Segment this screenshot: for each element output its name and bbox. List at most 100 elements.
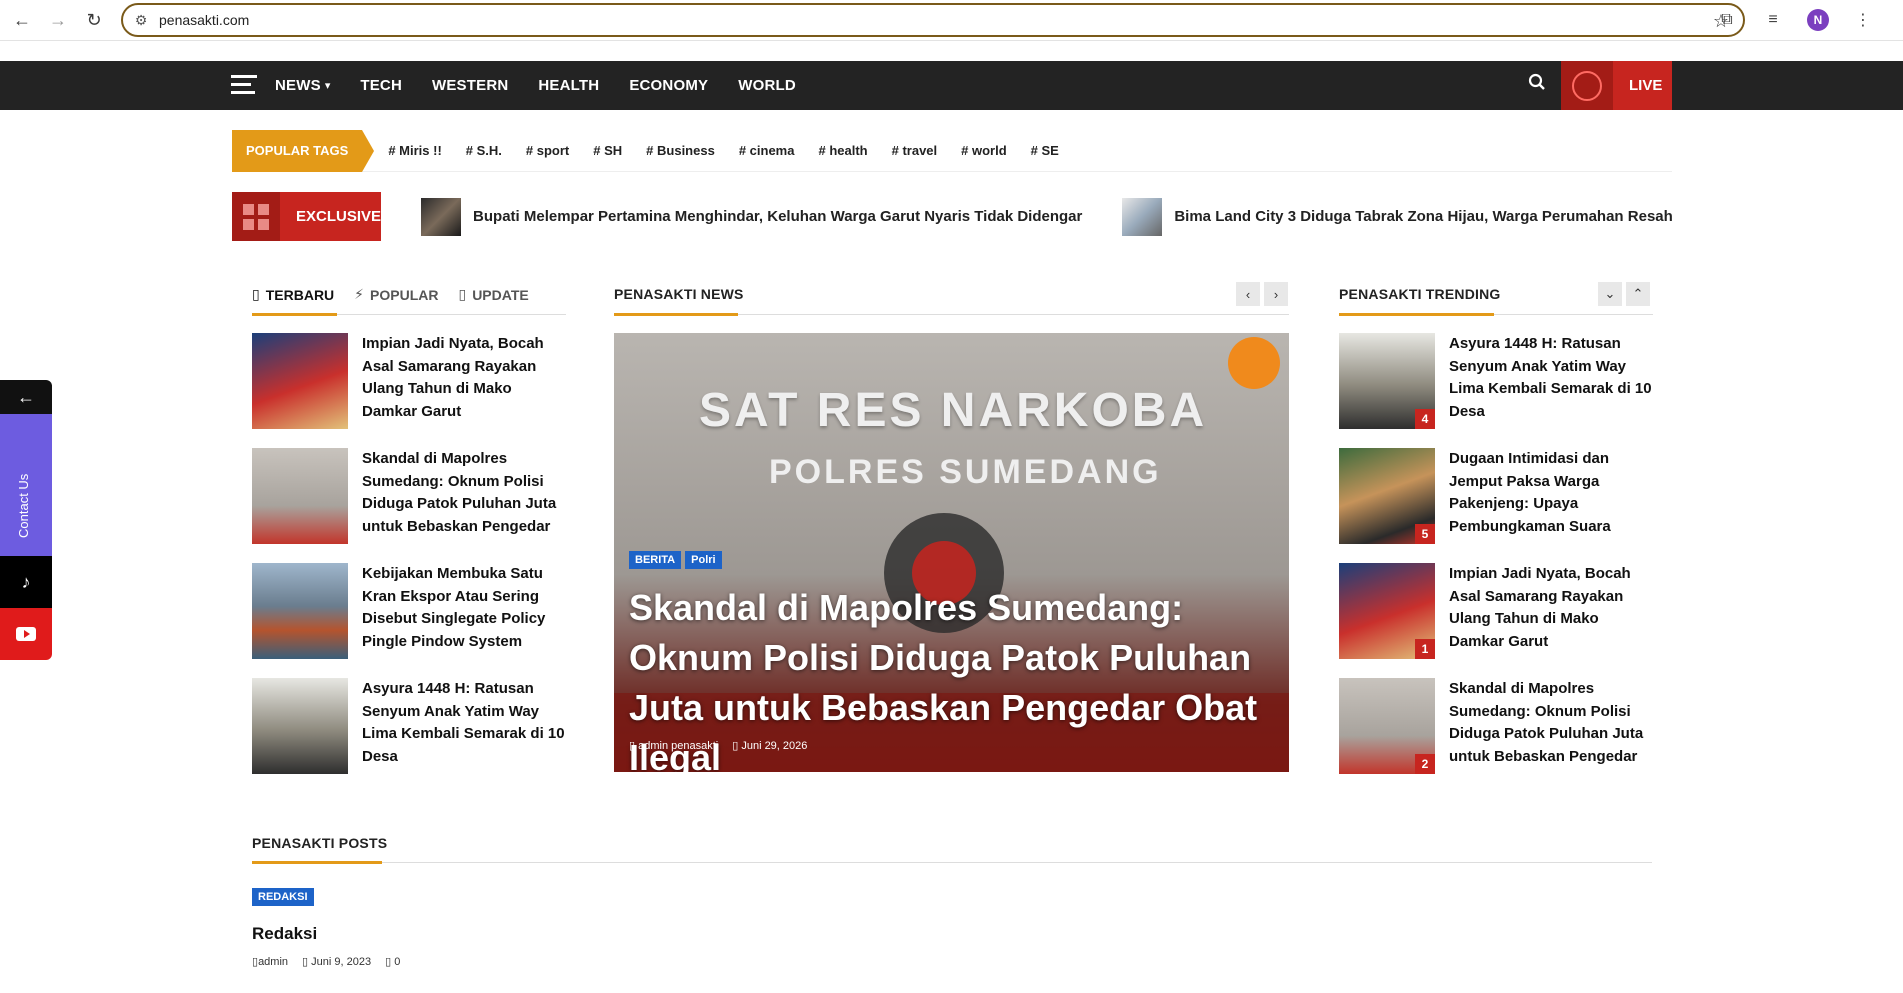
menu-dots-icon[interactable]: ⋮ xyxy=(1851,8,1875,32)
section-title: PENASAKTI POSTS xyxy=(252,835,388,851)
hero-sign-line-1: SAT RES NARKOBA xyxy=(699,384,1208,437)
address-bar[interactable]: ⚙ penasakti.com ☆ xyxy=(121,3,1745,37)
collapse-arrow-icon[interactable]: ← xyxy=(0,380,52,414)
live-label: LIVE xyxy=(1629,77,1663,94)
contact-us-button[interactable]: Contact Us xyxy=(0,414,52,556)
post-date: ▯ Juni 9, 2023 xyxy=(302,956,372,968)
youtube-icon[interactable] xyxy=(0,608,52,660)
category-badge[interactable]: REDAKSI xyxy=(252,888,314,906)
exclusive-ticker: EXCLUSIVE Bupati Melempar Pertamina Meng… xyxy=(232,192,1672,241)
post-thumbnail[interactable]: 5 xyxy=(1339,448,1435,544)
ticker-item[interactable]: Bupati Melempar Pertamina Menghindar, Ke… xyxy=(421,197,1082,236)
tag-link[interactable]: # travel xyxy=(892,143,938,158)
section-title: PENASAKTI TRENDING xyxy=(1339,286,1501,302)
tag-link[interactable]: # S.H. xyxy=(466,143,502,158)
ticker-headline[interactable]: Bupati Melempar Pertamina Menghindar, Ke… xyxy=(473,208,1082,225)
tag-link[interactable]: # SE xyxy=(1031,143,1059,158)
list-item[interactable]: 4 Asyura 1448 H: Ratusan Senyum Anak Yat… xyxy=(1339,333,1657,429)
browser-toolbar: ← → ↻ ⚙ penasakti.com ☆ ⧉ ≡ N ⋮ xyxy=(0,0,1903,40)
trending-panel: PENASAKTI TRENDING ⌄ ⌃ 4 Asyura 1448 H: … xyxy=(1318,262,1672,792)
nav-item-world[interactable]: WORLD xyxy=(738,77,796,94)
live-button[interactable]: LIVE xyxy=(1561,61,1672,110)
nav-item-tech[interactable]: TECH xyxy=(360,77,402,94)
post-author[interactable]: ▯admin xyxy=(252,955,288,968)
list-item[interactable]: Impian Jadi Nyata, Bocah Asal Samarang R… xyxy=(252,333,570,429)
post-thumbnail[interactable] xyxy=(252,333,348,429)
comment-count[interactable]: ▯ 0 xyxy=(385,955,400,968)
scroll-up-button[interactable]: ⌃ xyxy=(1626,282,1650,306)
url-text[interactable]: penasakti.com xyxy=(159,12,249,28)
rank-badge: 5 xyxy=(1415,524,1435,544)
post-title[interactable]: Impian Jadi Nyata, Bocah Asal Samarang R… xyxy=(362,333,570,429)
section-title: PENASAKTI NEWS xyxy=(614,286,744,302)
list-item[interactable]: Asyura 1448 H: Ratusan Senyum Anak Yatim… xyxy=(252,678,570,774)
post-title[interactable]: Impian Jadi Nyata, Bocah Asal Samarang R… xyxy=(1449,563,1657,659)
back-icon[interactable]: ← xyxy=(4,4,40,36)
post-title[interactable]: Skandal di Mapolres Sumedang: Oknum Poli… xyxy=(1449,678,1657,774)
nav-item-western[interactable]: WESTERN xyxy=(432,77,508,94)
tag-link[interactable]: # cinema xyxy=(739,143,795,158)
list-item[interactable]: 2 Skandal di Mapolres Sumedang: Oknum Po… xyxy=(1339,678,1657,774)
hamburger-menu-icon[interactable] xyxy=(231,75,257,95)
ticker-item[interactable]: Bima Land City 3 Diduga Tabrak Zona Hija… xyxy=(1122,197,1672,236)
hero-slide[interactable]: SAT RES NARKOBA POLRES SUMEDANG BERITA P… xyxy=(614,333,1289,772)
bookmark-icon: ▯ xyxy=(252,286,260,302)
tag-link[interactable]: # Miris !! xyxy=(388,143,441,158)
post-thumbnail[interactable] xyxy=(252,678,348,774)
site-info-icon[interactable]: ⚙ xyxy=(123,12,159,29)
hero-sign-line-2: POLRES SUMEDANG xyxy=(769,453,1162,491)
forward-icon[interactable]: → xyxy=(40,4,76,36)
post-thumbnail[interactable] xyxy=(252,563,348,659)
lightning-icon: ⚡ xyxy=(354,286,365,302)
next-slide-button[interactable]: › xyxy=(1264,282,1288,306)
rank-badge: 4 xyxy=(1415,409,1435,429)
post-thumbnail[interactable] xyxy=(252,448,348,544)
scroll-down-button[interactable]: ⌄ xyxy=(1598,282,1622,306)
tag-link[interactable]: # SH xyxy=(593,143,622,158)
tiktok-icon[interactable]: ♪ xyxy=(0,556,52,608)
list-item[interactable]: Kebijakan Membuka Satu Kran Ekspor Atau … xyxy=(252,563,570,659)
contact-us-label: Contact Us xyxy=(16,473,31,538)
post-thumbnail[interactable]: 2 xyxy=(1339,678,1435,774)
search-icon[interactable] xyxy=(1528,73,1546,96)
post-thumbnail[interactable]: 1 xyxy=(1339,563,1435,659)
profile-avatar[interactable]: N xyxy=(1807,9,1829,31)
bookmark-icon: ▯ xyxy=(458,286,467,302)
post-title[interactable]: Redaksi xyxy=(252,924,317,944)
post-title[interactable]: Asyura 1448 H: Ratusan Senyum Anak Yatim… xyxy=(1449,333,1657,429)
popular-tags-bar: POPULAR TAGS # Miris !! # S.H. # sport #… xyxy=(232,129,1672,172)
list-item[interactable]: 5 Dugaan Intimidasi dan Jemput Paksa War… xyxy=(1339,448,1657,544)
media-controls-icon[interactable]: ≡ xyxy=(1761,8,1785,32)
tag-link[interactable]: # health xyxy=(818,143,867,158)
tab-update[interactable]: ▯ UPDATE xyxy=(458,286,528,303)
chevron-down-icon[interactable]: ▾ xyxy=(325,79,331,92)
post-title[interactable]: Dugaan Intimidasi dan Jemput Paksa Warga… xyxy=(1449,448,1657,544)
prev-slide-button[interactable]: ‹ xyxy=(1236,282,1260,306)
tab-terbaru[interactable]: ▯ TERBARU xyxy=(252,286,334,303)
post-title[interactable]: Asyura 1448 H: Ratusan Senyum Anak Yatim… xyxy=(362,678,570,774)
floating-social-bar: ← Contact Us ♪ xyxy=(0,380,52,660)
post-title[interactable]: Kebijakan Membuka Satu Kran Ekspor Atau … xyxy=(362,563,570,659)
exclusive-label-box: EXCLUSIVE xyxy=(232,192,382,241)
list-item[interactable]: 1 Impian Jadi Nyata, Bocah Asal Samarang… xyxy=(1339,563,1657,659)
grid-icon xyxy=(232,192,280,241)
tab-popular[interactable]: ⚡ POPULAR xyxy=(354,286,438,303)
rank-badge: 1 xyxy=(1415,639,1435,659)
post-thumbnail[interactable]: 4 xyxy=(1339,333,1435,429)
post-author[interactable]: ▯ admin penasakti xyxy=(629,739,718,752)
reload-icon[interactable]: ↻ xyxy=(76,4,112,36)
nav-item-economy[interactable]: ECONOMY xyxy=(629,77,708,94)
post-title[interactable]: Skandal di Mapolres Sumedang: Oknum Poli… xyxy=(362,448,570,544)
nav-item-news[interactable]: NEWS xyxy=(275,77,321,94)
extensions-icon[interactable]: ⧉ xyxy=(1715,8,1739,32)
category-badge[interactable]: BERITA xyxy=(629,551,682,569)
category-badge[interactable]: Polri xyxy=(685,551,722,569)
list-item[interactable]: Skandal di Mapolres Sumedang: Oknum Poli… xyxy=(252,448,570,544)
tag-link[interactable]: # world xyxy=(961,143,1007,158)
penasakti-posts-panel: PENASAKTI POSTS REDAKSI Redaksi ▯admin ▯… xyxy=(232,812,1672,993)
post-date: ▯ Juni 29, 2026 xyxy=(732,740,808,752)
tag-link[interactable]: # sport xyxy=(526,143,569,158)
ticker-headline[interactable]: Bima Land City 3 Diduga Tabrak Zona Hija… xyxy=(1174,208,1672,225)
nav-item-health[interactable]: HEALTH xyxy=(538,77,599,94)
tag-link[interactable]: # Business xyxy=(646,143,715,158)
